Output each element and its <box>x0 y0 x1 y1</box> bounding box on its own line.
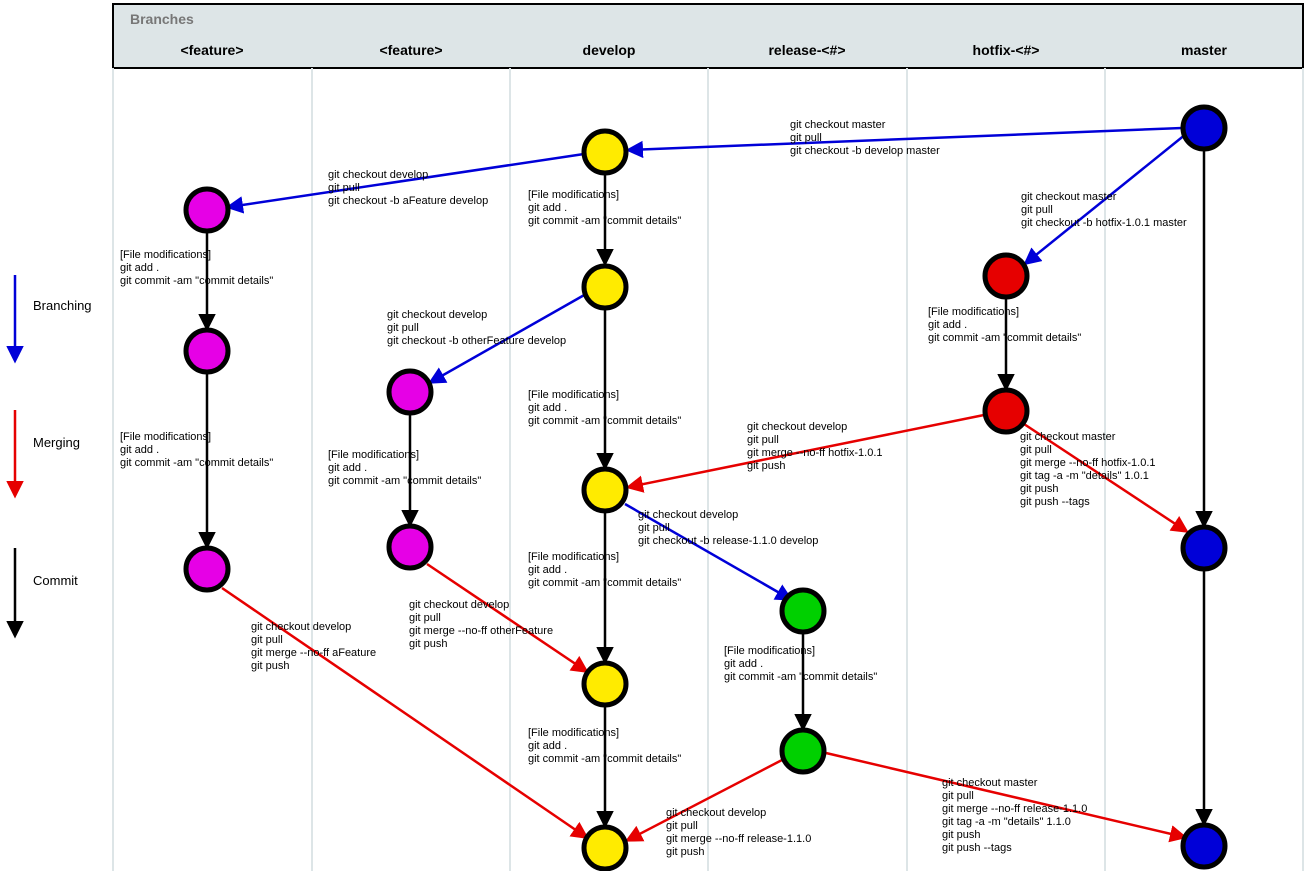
node-develop-1 <box>584 266 626 308</box>
node-otherfeature-0 <box>389 371 431 413</box>
header-title: Branches <box>130 11 194 27</box>
node-release-0 <box>782 590 824 632</box>
col-hotfix: hotfix-<#> <box>973 42 1040 58</box>
node-afeature-1 <box>186 330 228 372</box>
node-afeature-0 <box>186 189 228 231</box>
legend-branch-label: Branching <box>33 298 92 313</box>
lbl-branch-afeature: git checkout developgit pullgit checkout… <box>328 169 488 207</box>
lbl-commit-af2: [File modifications]git add .git commit … <box>120 431 273 469</box>
node-develop-0 <box>584 131 626 173</box>
col-release: release-<#> <box>768 42 845 58</box>
node-hotfix-0 <box>985 255 1027 297</box>
col-develop: develop <box>583 42 636 58</box>
lbl-commit-af1: [File modifications]git add .git commit … <box>120 249 273 287</box>
node-release-1 <box>782 730 824 772</box>
edge-release-to-develop <box>628 760 782 840</box>
legend: Branching Merging Commit <box>15 275 92 635</box>
lbl-merge-hf-dev: git checkout developgit pullgit merge --… <box>747 421 883 472</box>
node-develop-2 <box>584 469 626 511</box>
lbl-merge-of: git checkout developgit pullgit merge --… <box>409 599 553 650</box>
node-master-initial <box>1183 107 1225 149</box>
legend-merge-label: Merging <box>33 435 80 450</box>
node-develop-4 <box>584 827 626 869</box>
gitflow-diagram: Branches <feature> <feature> develop rel… <box>0 0 1308 871</box>
lbl-branch-otherfeature: git checkout developgit pullgit checkout… <box>387 309 566 347</box>
col-feature-a: <feature> <box>180 42 243 58</box>
lbl-merge-af: git checkout developgit pullgit merge --… <box>251 621 376 672</box>
lbl-commit-hf: [File modifications]git add .git commit … <box>928 306 1081 344</box>
node-afeature-2 <box>186 548 228 590</box>
col-master: master <box>1181 42 1227 58</box>
lbl-merge-rel-dev: git checkout developgit pullgit merge --… <box>666 807 811 858</box>
node-otherfeature-1 <box>389 526 431 568</box>
node-develop-3 <box>584 663 626 705</box>
col-feature-b: <feature> <box>379 42 442 58</box>
lbl-commit-of: [File modifications]git add .git commit … <box>328 449 481 487</box>
lbl-commit-rel: [File modifications]git add .git commit … <box>724 645 877 683</box>
node-hotfix-1 <box>985 390 1027 432</box>
header-box <box>113 4 1303 68</box>
node-master-hotfix-merge <box>1183 527 1225 569</box>
node-master-release-merge <box>1183 825 1225 867</box>
lbl-branch-release: git checkout developgit pullgit checkout… <box>638 509 818 547</box>
lbl-merge-rel-master: git checkout mastergit pullgit merge --n… <box>942 777 1087 854</box>
legend-commit-label: Commit <box>33 573 78 588</box>
